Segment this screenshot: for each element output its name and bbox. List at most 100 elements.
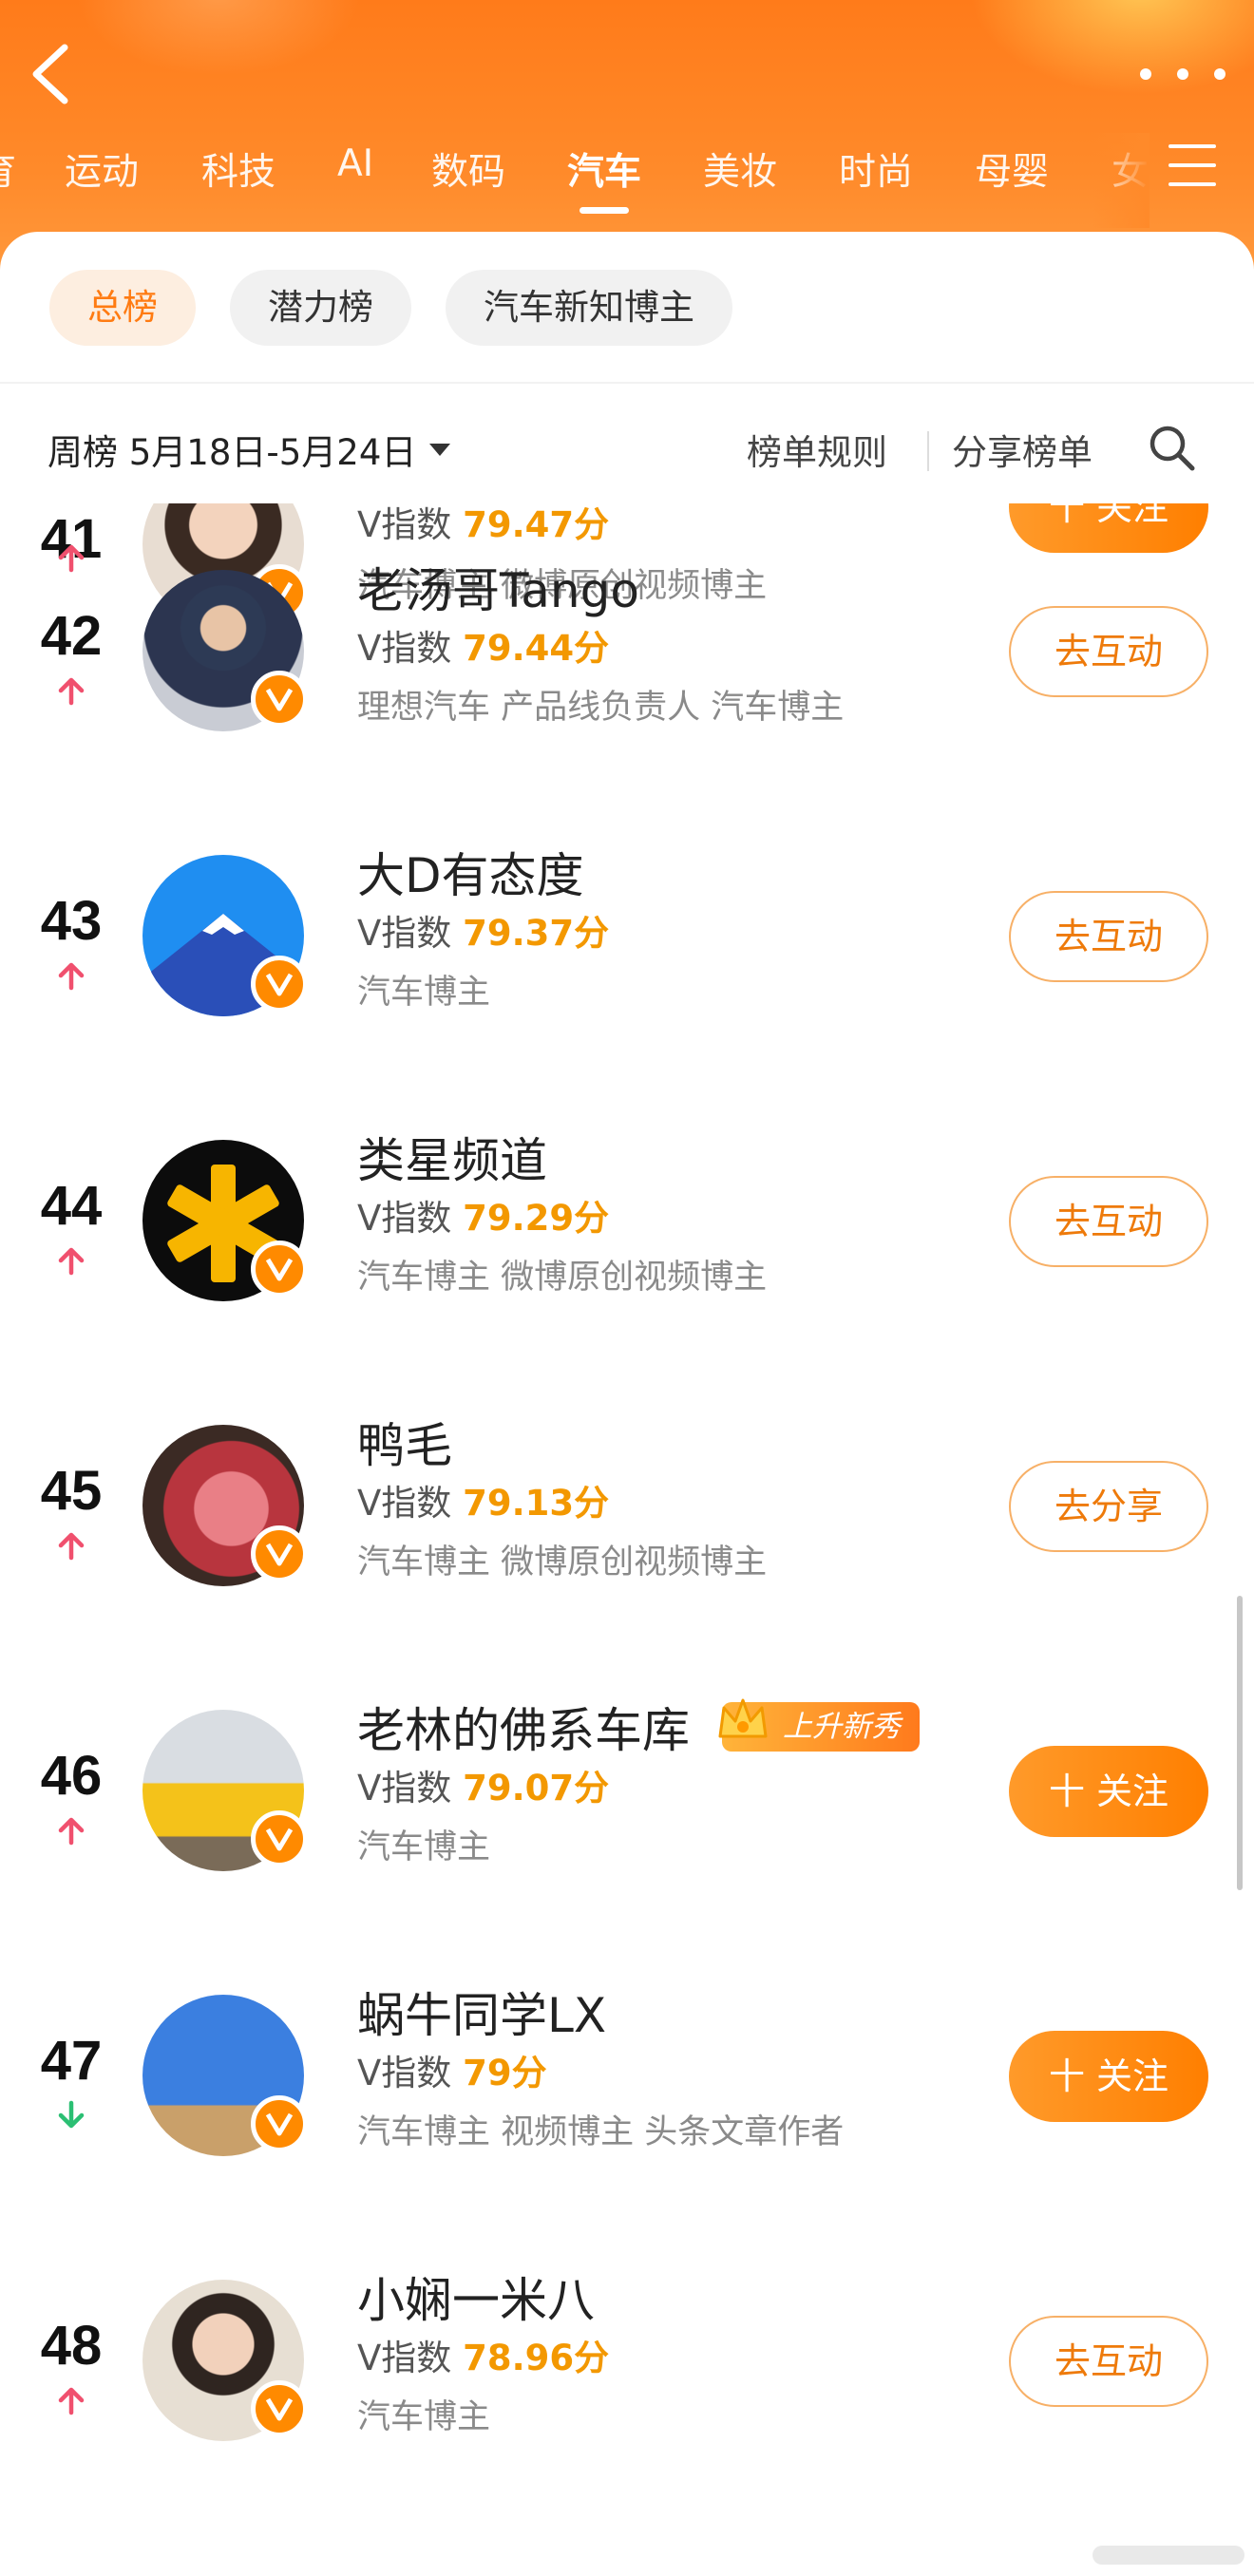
tab-ai[interactable]: AI xyxy=(337,142,373,218)
rising-star-badge: 上升新秀 xyxy=(718,1698,920,1752)
interact-button[interactable]: 去互动 xyxy=(1009,891,1208,982)
interact-button[interactable]: 去互动 xyxy=(1009,606,1208,697)
tab-digital[interactable]: 数码 xyxy=(431,142,505,218)
period-label: 周榜 5月18日-5月24日 xyxy=(48,432,417,473)
tab-beauty[interactable]: 美妆 xyxy=(703,142,777,218)
ranking-card: 总榜 潜力榜 汽车新知博主 周榜 5月18日-5月24日 榜单规则 分享榜单 4… xyxy=(0,232,1254,2576)
header-glow-decoration xyxy=(76,0,361,76)
creator-name[interactable]: 小娴一米八 xyxy=(357,2263,595,2331)
trend-up-icon xyxy=(58,1817,85,1846)
menu-icon xyxy=(1168,144,1216,148)
search-button[interactable] xyxy=(1146,422,1197,473)
more-button[interactable] xyxy=(1140,55,1226,93)
creator-name[interactable]: 类星频道 xyxy=(357,1123,547,1191)
follow-button[interactable]: 十 关注 xyxy=(1009,1746,1208,1837)
creator-name[interactable]: 大D有态度 xyxy=(357,838,584,906)
verified-v-icon xyxy=(251,956,308,1013)
list-item[interactable]: 45 鸭毛 V指数 79.13分 汽车博主 微博原创视频博主 去分享 xyxy=(0,1400,1254,1685)
share-list-link[interactable]: 分享榜单 xyxy=(952,424,1092,475)
ranking-list: 41 V指数 79.47分 汽车博主 微博原创视频博主 十 关注 42 老汤哥T… xyxy=(0,503,1254,2576)
rank-number: 48 xyxy=(40,2315,103,2377)
list-item[interactable]: 48 小娴一米八 V指数 78.96分 汽车博主 去互动 xyxy=(0,2255,1254,2540)
score-label: V指数 xyxy=(357,628,452,669)
trend-up-icon xyxy=(58,677,85,706)
share-button[interactable]: 去分享 xyxy=(1009,1461,1208,1552)
creator-name[interactable]: 蜗牛同学LX xyxy=(357,1978,606,2046)
rising-star-label: 上升新秀 xyxy=(783,1710,901,1744)
caret-down-icon xyxy=(429,443,451,456)
score-value: 79.44分 xyxy=(463,628,610,669)
tab-fashion[interactable]: 时尚 xyxy=(839,142,913,218)
board-pill-new-creator[interactable]: 汽车新知博主 xyxy=(446,270,732,346)
list-item[interactable]: 43 大D有态度 V指数 79.37分 汽车博主 去互动 xyxy=(0,830,1254,1115)
watermark-icon xyxy=(1092,2546,1244,2565)
score-value: 79.07分 xyxy=(463,1768,610,1809)
verified-v-icon xyxy=(251,1810,308,1867)
score-value: 78.96分 xyxy=(463,2338,610,2378)
score-label: V指数 xyxy=(357,913,452,954)
trend-up-icon xyxy=(58,2387,85,2415)
tabs-fade xyxy=(1092,133,1150,228)
rules-link[interactable]: 榜单规则 xyxy=(747,424,887,475)
rank-number: 46 xyxy=(40,1745,103,1807)
creator-tags: 汽车博主 xyxy=(357,2398,491,2436)
menu-icon xyxy=(1168,182,1216,186)
period-selector[interactable]: 周榜 5月18日-5月24日 xyxy=(48,424,451,475)
tab-tech[interactable]: 科技 xyxy=(201,142,276,218)
interact-button[interactable]: 去互动 xyxy=(1009,1176,1208,1267)
rank-number: 45 xyxy=(40,1460,103,1522)
divider xyxy=(927,431,929,471)
creator-tags: 汽车博主 视频博主 头条文章作者 xyxy=(357,2113,845,2151)
verified-v-icon xyxy=(251,2095,308,2152)
trend-up-icon xyxy=(58,1247,85,1276)
more-icon xyxy=(1140,68,1151,80)
follow-button[interactable]: 十 关注 xyxy=(1009,2031,1208,2122)
score-value: 79.29分 xyxy=(463,1198,610,1239)
verified-v-icon xyxy=(251,671,308,728)
list-item[interactable]: 41 V指数 79.47分 汽车博主 微博原创视频博主 十 关注 xyxy=(0,503,1254,625)
creator-tags: 汽车博主 xyxy=(357,1828,491,1866)
verified-v-icon xyxy=(251,2380,308,2437)
back-button[interactable] xyxy=(21,34,82,114)
rank-number: 44 xyxy=(40,1175,103,1237)
category-tabs: 育 运动 科技 AI 数码 汽车 美妆 时尚 母婴 女 xyxy=(0,133,1150,237)
list-item[interactable]: 47 蜗牛同学LX V指数 79分 汽车博主 视频博主 头条文章作者 十 关注 xyxy=(0,1970,1254,2255)
score-label: V指数 xyxy=(357,2338,452,2378)
score-label: V指数 xyxy=(357,504,452,545)
tab-sports[interactable]: 运动 xyxy=(65,142,139,218)
tab-baby[interactable]: 母婴 xyxy=(975,142,1049,218)
board-pills: 总榜 潜力榜 汽车新知博主 xyxy=(49,270,732,346)
creator-name[interactable]: 鸭毛 xyxy=(357,1408,452,1476)
list-item[interactable]: 42 老汤哥Tango V指数 79.44分 理想汽车 产品线负责人 汽车博主 … xyxy=(0,545,1254,830)
more-icon xyxy=(1177,68,1188,80)
score-value: 79.37分 xyxy=(463,913,610,954)
rank-number: 43 xyxy=(40,890,103,952)
board-pill-potential[interactable]: 潜力榜 xyxy=(230,270,411,346)
score-label: V指数 xyxy=(357,1198,452,1239)
score-value: 79.47分 xyxy=(463,504,610,545)
trend-up-icon xyxy=(58,1532,85,1561)
search-icon xyxy=(1150,426,1195,471)
rank-number: 42 xyxy=(40,605,103,667)
creator-name[interactable]: 老汤哥Tango xyxy=(357,553,639,621)
trend-down-icon xyxy=(58,2100,85,2129)
score-value: 79.13分 xyxy=(463,1483,610,1524)
creator-tags: 汽车博主 xyxy=(357,974,491,1012)
tab-partial-left[interactable]: 育 xyxy=(0,142,16,218)
board-pill-overall[interactable]: 总榜 xyxy=(49,270,196,346)
score-label: V指数 xyxy=(357,1483,452,1524)
tab-auto[interactable]: 汽车 xyxy=(567,142,641,218)
creator-tags: 理想汽车 产品线负责人 汽车博主 xyxy=(357,689,845,727)
score-label: V指数 xyxy=(357,2053,452,2093)
rank-number: 47 xyxy=(40,2030,103,2092)
list-item[interactable]: 44 类星频道 V指数 79.29分 汽车博主 微博原创视频博主 去互动 xyxy=(0,1115,1254,1400)
menu-button[interactable] xyxy=(1168,144,1216,186)
creator-tags: 汽车博主 微博原创视频博主 xyxy=(357,1259,768,1297)
scrollbar[interactable] xyxy=(1237,1596,1243,1890)
interact-button[interactable]: 去互动 xyxy=(1009,2316,1208,2407)
trend-up-icon xyxy=(58,962,85,991)
crown-icon xyxy=(718,1698,768,1738)
list-item[interactable]: 46 老林的佛系车库 上升新秀 V指数 79.07分 汽车博主 十 关注 xyxy=(0,1685,1254,1970)
creator-name[interactable]: 老林的佛系车库 xyxy=(357,1693,690,1761)
more-icon xyxy=(1214,68,1226,80)
